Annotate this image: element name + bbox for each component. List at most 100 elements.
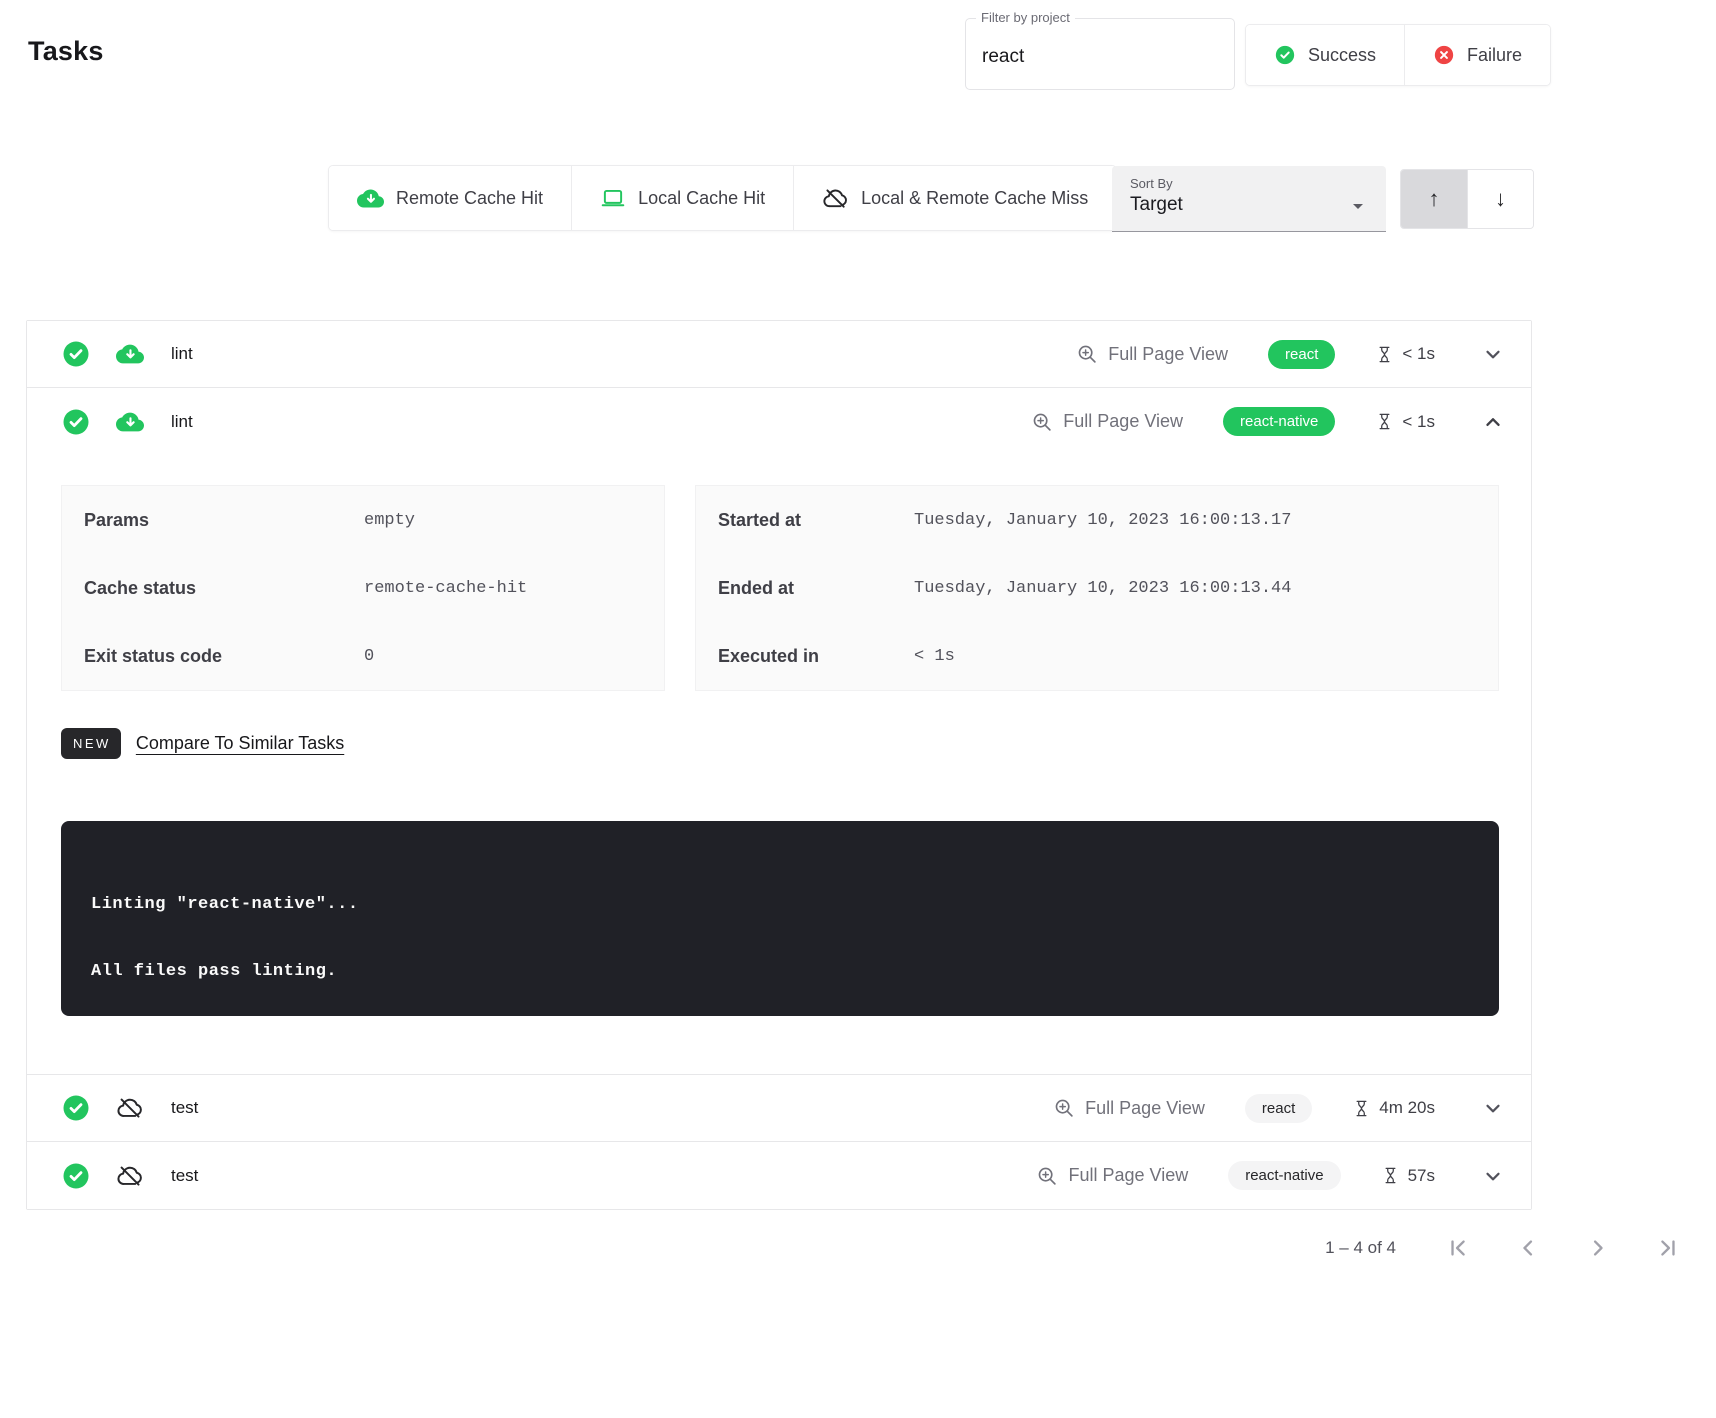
collapse-button[interactable] bbox=[1481, 410, 1505, 434]
expand-button[interactable] bbox=[1481, 1164, 1505, 1188]
chevron-left-icon bbox=[1514, 1234, 1542, 1262]
task-meta-panel: Params empty Cache status remote-cache-h… bbox=[61, 485, 665, 691]
next-page-button[interactable] bbox=[1576, 1226, 1620, 1270]
detail-row: Executed in < 1s bbox=[696, 622, 1498, 690]
first-page-button[interactable] bbox=[1436, 1226, 1480, 1270]
terminal-output: Linting "react-native"... All files pass… bbox=[61, 821, 1499, 1016]
cloud-off-icon bbox=[822, 185, 849, 212]
task-row[interactable]: lint Full Page View react < 1s bbox=[27, 321, 1531, 388]
status-success-icon bbox=[61, 407, 91, 437]
full-page-view-label: Full Page View bbox=[1085, 1098, 1205, 1119]
status-success-icon bbox=[61, 339, 91, 369]
status-success-icon bbox=[61, 1093, 91, 1123]
chevron-down-icon bbox=[1481, 1096, 1505, 1120]
detail-row: Exit status code 0 bbox=[62, 622, 664, 690]
ended-at-value: Tuesday, January 10, 2023 16:00:13.44 bbox=[914, 579, 1291, 598]
cache-miss-label: Local & Remote Cache Miss bbox=[861, 188, 1088, 209]
task-name: test bbox=[171, 1166, 198, 1186]
laptop-icon bbox=[600, 185, 626, 211]
duration: 57s bbox=[1381, 1166, 1435, 1186]
cache-miss-button[interactable]: Local & Remote Cache Miss bbox=[793, 166, 1116, 230]
success-filter-button[interactable]: Success bbox=[1246, 25, 1404, 85]
pagination-range: 1 – 4 of 4 bbox=[1325, 1238, 1396, 1258]
params-value: empty bbox=[364, 511, 415, 530]
cloud-download-icon bbox=[116, 408, 144, 436]
failure-label: Failure bbox=[1467, 45, 1522, 66]
project-filter-field: Filter by project bbox=[965, 18, 1235, 90]
x-circle-icon bbox=[1433, 44, 1455, 66]
detail-row: Started at Tuesday, January 10, 2023 16:… bbox=[696, 486, 1498, 554]
sort-direction-group: ↑ ↓ bbox=[1400, 169, 1534, 229]
zoom-in-icon bbox=[1036, 1165, 1058, 1187]
full-page-view-label: Full Page View bbox=[1063, 411, 1183, 432]
last-page-button[interactable] bbox=[1646, 1226, 1690, 1270]
task-row[interactable]: test Full Page View react-native 57s bbox=[27, 1142, 1531, 1209]
sort-ascending-button[interactable]: ↑ bbox=[1401, 170, 1467, 228]
terminal-line: Linting "react-native"... bbox=[91, 895, 1469, 914]
status-success-icon bbox=[61, 1161, 91, 1191]
full-page-view-button[interactable]: Full Page View bbox=[1076, 343, 1228, 365]
task-name: lint bbox=[171, 344, 193, 364]
hourglass-icon bbox=[1375, 412, 1394, 431]
task-name: test bbox=[171, 1098, 198, 1118]
duration: < 1s bbox=[1375, 412, 1435, 432]
executed-in-label: Executed in bbox=[718, 646, 914, 667]
executed-in-value: < 1s bbox=[914, 647, 955, 666]
task-details: Params empty Cache status remote-cache-h… bbox=[27, 455, 1531, 1075]
check-circle-icon bbox=[1274, 44, 1296, 66]
task-row[interactable]: test Full Page View react 4m 20s bbox=[27, 1075, 1531, 1142]
detail-row: Ended at Tuesday, January 10, 2023 16:00… bbox=[696, 554, 1498, 622]
ended-at-label: Ended at bbox=[718, 578, 914, 599]
first-page-icon bbox=[1444, 1234, 1472, 1262]
sort-descending-button[interactable]: ↓ bbox=[1467, 170, 1533, 228]
expand-button[interactable] bbox=[1481, 342, 1505, 366]
detail-row: Params empty bbox=[62, 486, 664, 554]
zoom-in-icon bbox=[1053, 1097, 1075, 1119]
project-badge: react bbox=[1268, 340, 1335, 369]
success-label: Success bbox=[1308, 45, 1376, 66]
local-cache-hit-button[interactable]: Local Cache Hit bbox=[571, 166, 793, 230]
sort-by-label: Sort By bbox=[1130, 176, 1368, 191]
remote-cache-hit-button[interactable]: Remote Cache Hit bbox=[329, 166, 571, 230]
duration-label: 57s bbox=[1408, 1166, 1435, 1186]
cache-filter-group: Remote Cache Hit Local Cache Hit Local &… bbox=[328, 165, 1117, 231]
params-label: Params bbox=[84, 510, 364, 531]
full-page-view-label: Full Page View bbox=[1068, 1165, 1188, 1186]
detail-row: Cache status remote-cache-hit bbox=[62, 554, 664, 622]
compare-to-similar-tasks-link[interactable]: Compare To Similar Tasks bbox=[136, 733, 344, 754]
duration-label: < 1s bbox=[1402, 344, 1435, 364]
sort-by-select[interactable]: Sort By Target bbox=[1112, 166, 1386, 232]
project-filter-input[interactable] bbox=[966, 19, 1234, 89]
hourglass-icon bbox=[1381, 1166, 1400, 1185]
full-page-view-button[interactable]: Full Page View bbox=[1036, 1165, 1188, 1187]
task-row[interactable]: lint Full Page View react-native < 1s bbox=[27, 388, 1531, 455]
expand-button[interactable] bbox=[1481, 1096, 1505, 1120]
arrow-up-icon: ↑ bbox=[1429, 186, 1440, 212]
cache-status-label: Cache status bbox=[84, 578, 364, 599]
duration-label: 4m 20s bbox=[1379, 1098, 1435, 1118]
last-page-icon bbox=[1654, 1234, 1682, 1262]
cloud-download-icon bbox=[357, 185, 384, 212]
full-page-view-button[interactable]: Full Page View bbox=[1053, 1097, 1205, 1119]
zoom-in-icon bbox=[1031, 411, 1053, 433]
cloud-off-icon bbox=[116, 1094, 144, 1122]
hourglass-icon bbox=[1375, 345, 1394, 364]
started-at-label: Started at bbox=[718, 510, 914, 531]
chevron-down-icon bbox=[1481, 342, 1505, 366]
task-list: lint Full Page View react < 1s bbox=[26, 320, 1532, 1210]
hourglass-icon bbox=[1352, 1099, 1371, 1118]
new-badge: NEW bbox=[61, 728, 121, 759]
remote-cache-hit-label: Remote Cache Hit bbox=[396, 188, 543, 209]
chevron-down-icon bbox=[1481, 1164, 1505, 1188]
exit-code-label: Exit status code bbox=[84, 646, 364, 667]
previous-page-button[interactable] bbox=[1506, 1226, 1550, 1270]
terminal-line: All files pass linting. bbox=[91, 962, 1469, 981]
arrow-down-icon: ↓ bbox=[1495, 186, 1506, 212]
page-title: Tasks bbox=[28, 36, 104, 67]
chevron-right-icon bbox=[1584, 1234, 1612, 1262]
task-timing-panel: Started at Tuesday, January 10, 2023 16:… bbox=[695, 485, 1499, 691]
failure-filter-button[interactable]: Failure bbox=[1404, 25, 1550, 85]
full-page-view-button[interactable]: Full Page View bbox=[1031, 411, 1183, 433]
project-badge: react bbox=[1245, 1094, 1312, 1123]
sort-by-value: Target bbox=[1130, 194, 1368, 216]
